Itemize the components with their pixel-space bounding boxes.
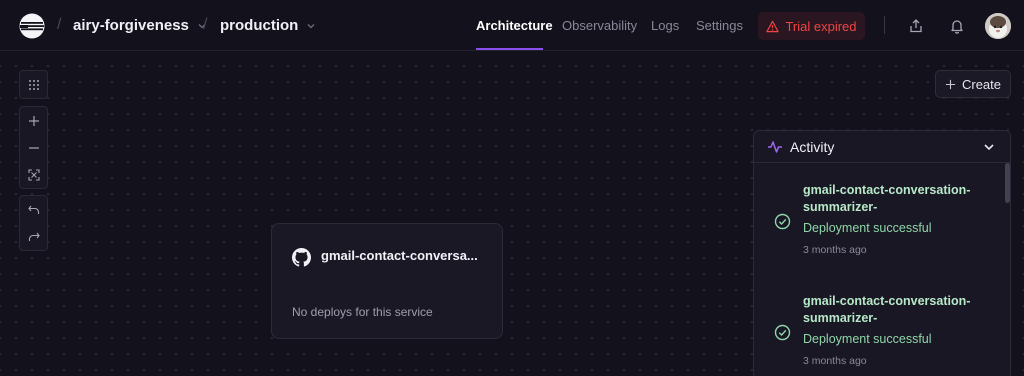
activity-item-status: Deployment successful — [803, 332, 932, 346]
activity-header[interactable]: Activity — [754, 131, 1010, 163]
success-check-icon — [774, 213, 791, 230]
trial-label: Trial expired — [785, 18, 857, 34]
top-bar: / airy-forgiveness / production Architec… — [0, 0, 1024, 51]
activity-item-title: gmail-contact-conversation-summarizer- — [803, 183, 971, 214]
activity-pulse-icon — [768, 140, 782, 153]
divider — [884, 16, 885, 34]
grid-icon — [28, 79, 39, 90]
activity-item-time: 3 months ago — [803, 244, 867, 256]
fit-view-icon — [27, 168, 40, 181]
activity-title: Activity — [790, 138, 835, 155]
user-avatar[interactable] — [985, 13, 1011, 39]
activity-item-title: gmail-contact-conversation-summarizer- — [803, 294, 971, 325]
tab-architecture[interactable]: Architecture — [476, 18, 553, 33]
service-card[interactable]: gmail-contact-conversa... No deploys for… — [271, 223, 503, 339]
service-name: gmail-contact-conversa... — [321, 248, 478, 263]
activity-scrollbar[interactable] — [1005, 163, 1010, 203]
chevron-down-icon — [307, 23, 315, 28]
project-name: airy-forgiveness — [73, 17, 189, 34]
share-icon[interactable] — [908, 18, 924, 34]
environment-selector[interactable]: production — [220, 17, 316, 34]
service-status-message: No deploys for this service — [292, 305, 433, 319]
history-toolgroup — [19, 195, 48, 251]
zoom-out-icon — [28, 146, 39, 149]
trial-expired-button[interactable]: Trial expired — [758, 12, 865, 40]
tab-settings[interactable]: Settings — [696, 18, 743, 33]
redo-button[interactable] — [20, 223, 47, 250]
redo-icon — [28, 232, 40, 241]
undo-button[interactable] — [20, 196, 47, 223]
create-button[interactable]: Create — [935, 70, 1011, 98]
zoom-out-button[interactable] — [20, 134, 47, 161]
breadcrumb-separator: / — [57, 16, 62, 33]
tab-logs[interactable]: Logs — [651, 18, 679, 33]
success-check-icon — [774, 324, 791, 341]
active-tab-indicator — [476, 48, 543, 50]
activity-panel: Activity gmail-contact-conversation-summ… — [753, 130, 1011, 376]
warning-icon — [766, 20, 780, 32]
zoom-toolgroup — [19, 106, 48, 189]
chevron-down-icon[interactable] — [982, 140, 996, 154]
plus-icon — [945, 79, 956, 89]
undo-icon — [27, 205, 39, 214]
bell-icon[interactable] — [949, 18, 965, 34]
zoom-in-icon — [28, 115, 39, 126]
github-icon — [292, 248, 311, 267]
avatar-image — [985, 13, 1011, 39]
environment-name: production — [220, 17, 299, 34]
project-selector[interactable]: airy-forgiveness — [73, 17, 207, 34]
railway-logo-icon[interactable] — [19, 13, 45, 39]
grid-toolgroup — [19, 70, 48, 99]
activity-item-status: Deployment successful — [803, 221, 932, 235]
activity-item-time: 3 months ago — [803, 355, 867, 367]
breadcrumb-separator: / — [203, 16, 208, 33]
tab-observability[interactable]: Observability — [562, 18, 637, 33]
grid-button[interactable] — [20, 71, 47, 98]
create-label: Create — [961, 76, 1002, 92]
fit-view-button[interactable] — [20, 161, 47, 188]
zoom-in-button[interactable] — [20, 107, 47, 134]
